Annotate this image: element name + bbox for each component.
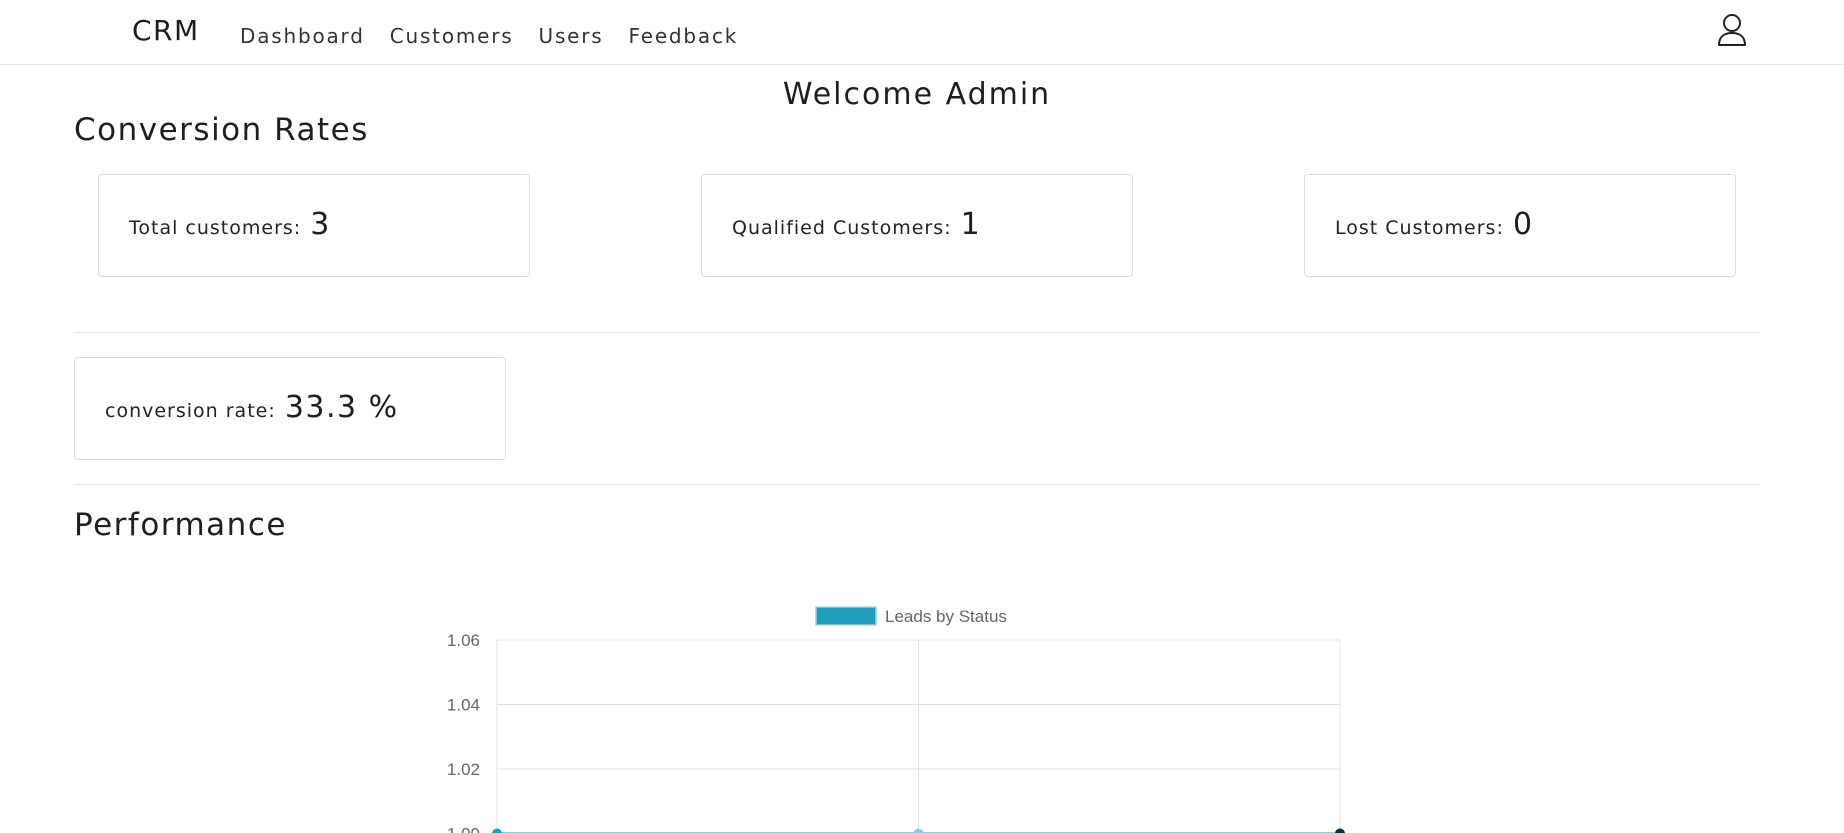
nav-link-users[interactable]: Users xyxy=(539,24,604,48)
legend-swatch xyxy=(815,606,877,626)
total-customers-label: Total customers: xyxy=(129,217,302,239)
lost-customers-label: Lost Customers: xyxy=(1335,217,1504,239)
divider xyxy=(74,484,1760,485)
qualified-customers-value: 1 xyxy=(960,207,982,242)
y-tick-label: 1.04 xyxy=(447,696,480,715)
brand-logo[interactable]: CRM xyxy=(132,14,200,47)
lost-customers-card: Lost Customers: 0 xyxy=(1304,174,1736,277)
nav-link-customers[interactable]: Customers xyxy=(390,24,514,48)
total-customers-card: Total customers: 3 xyxy=(98,174,530,277)
leads-by-status-chart: Leads by Status 1.06 1.04 1.02 1.00 xyxy=(447,606,1345,833)
y-tick-label: 1.02 xyxy=(447,760,480,779)
total-customers-value: 3 xyxy=(310,207,331,242)
qualified-customers-card: Qualified Customers: 1 xyxy=(701,174,1133,277)
welcome-heading: Welcome Admin xyxy=(782,77,1052,112)
performance-title: Performance xyxy=(74,507,287,543)
qualified-customers-label: Qualified Customers: xyxy=(732,217,952,239)
conversion-rate-value: 33.3 % xyxy=(284,390,399,425)
navbar: CRM Dashboard Customers Users Feedback xyxy=(0,0,1844,65)
conversion-rate-label: conversion rate: xyxy=(105,400,276,422)
nav-link-feedback[interactable]: Feedback xyxy=(629,24,739,48)
lost-customers-value: 0 xyxy=(1512,207,1534,242)
data-point xyxy=(492,828,502,833)
divider xyxy=(74,332,1760,333)
nav-link-dashboard[interactable]: Dashboard xyxy=(240,24,365,48)
user-icon[interactable] xyxy=(1716,13,1748,47)
legend-label: Leads by Status xyxy=(885,607,1007,626)
nav-links: Dashboard Customers Users Feedback xyxy=(240,24,738,48)
y-tick-label: 1.06 xyxy=(447,631,480,650)
data-point xyxy=(1335,828,1345,833)
y-tick-label: 1.00 xyxy=(447,825,480,833)
conversion-rates-title: Conversion Rates xyxy=(74,112,369,148)
data-point xyxy=(913,828,924,833)
conversion-rate-card: conversion rate: 33.3 % xyxy=(74,357,506,460)
